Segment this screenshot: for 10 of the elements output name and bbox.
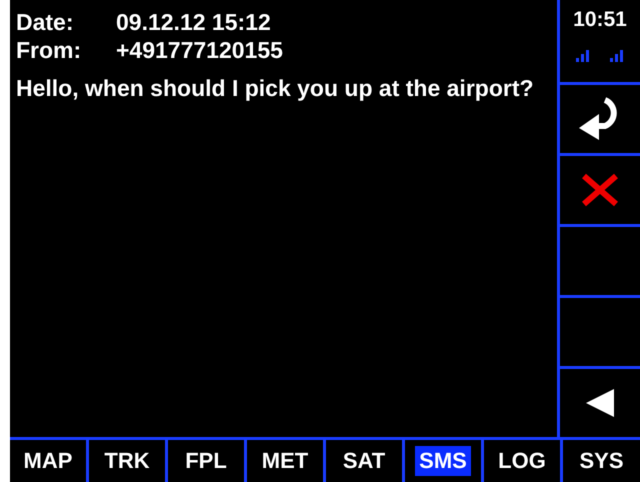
signal-icon [610,50,624,62]
clock-time: 10:51 [573,8,627,32]
date-label: Date: [16,8,75,36]
left-triangle-icon [584,387,616,419]
message-text: Hello, when should I pick you up at the airport? [16,74,535,102]
date-value: 09.12.12 15:12 [116,8,272,36]
close-icon [581,173,619,207]
sender-number: +491777120155 [116,36,284,64]
signal-icon [576,50,590,62]
from-label: From: [16,36,82,64]
